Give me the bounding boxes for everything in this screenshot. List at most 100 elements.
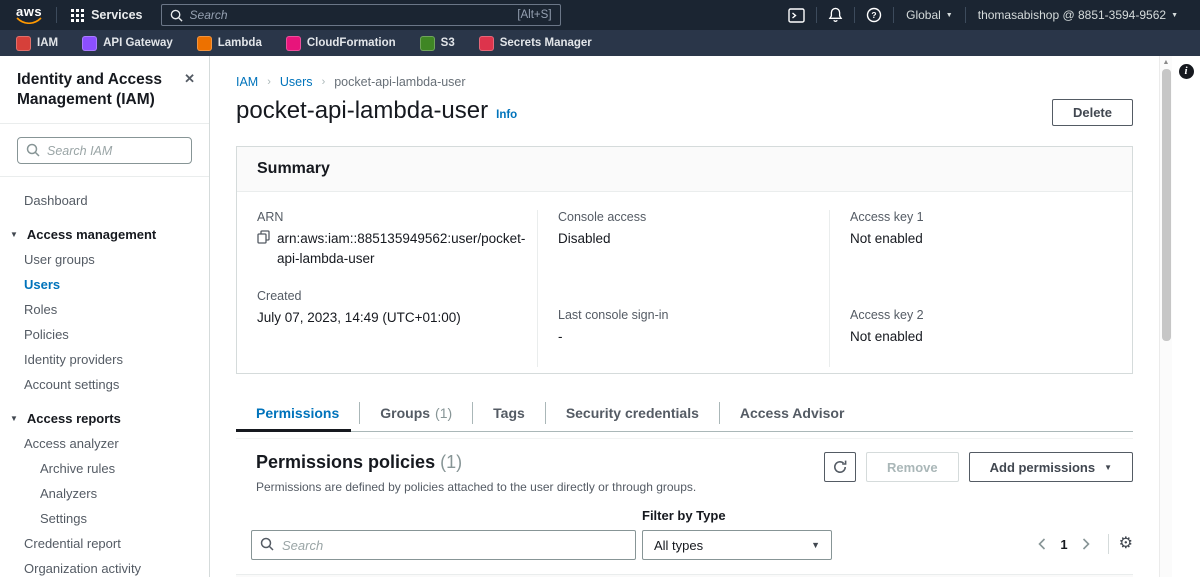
svg-text:?: ? xyxy=(872,10,877,20)
sidebar-item-organization-activity[interactable]: Organization activity xyxy=(0,556,209,577)
tab-groups[interactable]: Groups (1) xyxy=(360,395,472,431)
favorite-api-gateway[interactable]: API Gateway xyxy=(82,36,173,51)
arn-label: ARN xyxy=(257,210,517,224)
api-gateway-service-icon xyxy=(82,36,97,51)
breadcrumb-current: pocket-api-lambda-user xyxy=(334,75,465,89)
sidebar-section-label: Access management xyxy=(27,227,156,242)
previous-page-button[interactable] xyxy=(1030,538,1054,550)
favorite-s3[interactable]: S3 xyxy=(420,36,455,51)
search-icon xyxy=(26,143,40,162)
access-key1-value: Not enabled xyxy=(850,229,1112,249)
remove-button[interactable]: Remove xyxy=(866,452,959,482)
scrollbar-thumb[interactable] xyxy=(1162,69,1171,341)
tab-access-advisor[interactable]: Access Advisor xyxy=(720,395,865,431)
sidebar-item-roles[interactable]: Roles xyxy=(0,297,209,322)
notifications-button[interactable] xyxy=(817,0,854,30)
sidebar-item-policies[interactable]: Policies xyxy=(0,322,209,347)
tab-security-credentials[interactable]: Security credentials xyxy=(546,395,719,431)
policies-description: Permissions are defined by policies atta… xyxy=(256,480,696,494)
aws-smile-icon xyxy=(16,17,42,24)
favorite-label: Lambda xyxy=(218,37,262,49)
gear-icon[interactable]: ⚙ xyxy=(1119,536,1133,552)
favorite-lambda[interactable]: Lambda xyxy=(197,36,262,51)
vertical-scrollbar[interactable]: ▲ xyxy=(1159,56,1172,577)
chevron-down-icon: ▼ xyxy=(10,414,18,423)
favorite-label: API Gateway xyxy=(103,37,173,49)
tab-tags[interactable]: Tags xyxy=(473,395,545,431)
help-button[interactable]: ? xyxy=(855,0,893,30)
chevron-down-icon: ▼ xyxy=(946,12,953,19)
sidebar-section-access-reports[interactable]: ▼ Access reports xyxy=(0,406,209,431)
search-icon xyxy=(260,537,274,556)
favorite-secrets-manager[interactable]: Secrets Manager xyxy=(479,36,592,51)
global-search-box[interactable]: [Alt+S] xyxy=(161,4,561,26)
breadcrumb-iam-link[interactable]: IAM xyxy=(236,75,258,89)
tab-count: (1) xyxy=(435,405,452,421)
sidebar-item-archive-rules[interactable]: Archive rules xyxy=(0,456,209,481)
created-label: Created xyxy=(257,289,517,303)
breadcrumb-separator: › xyxy=(322,76,326,88)
sidebar-item-access-analyzer[interactable]: Access analyzer xyxy=(0,431,209,456)
region-selector[interactable]: Global ▼ xyxy=(894,0,965,30)
sidebar-section-access-management[interactable]: ▼ Access management xyxy=(0,222,209,247)
sidebar-title: Identity and Access Management (IAM) xyxy=(17,70,167,110)
policy-search-input[interactable] xyxy=(251,530,636,560)
grid-icon xyxy=(71,9,84,22)
bell-icon xyxy=(828,7,843,23)
refresh-button[interactable] xyxy=(824,452,856,482)
question-circle-icon: ? xyxy=(866,7,882,23)
type-filter-dropdown[interactable]: All types ▼ xyxy=(642,530,832,560)
favorites-bar: IAM API Gateway Lambda CloudFormation S3… xyxy=(0,30,1200,56)
filter-by-type-label: Filter by Type xyxy=(642,508,832,523)
policies-count: (1) xyxy=(440,452,462,472)
delete-button[interactable]: Delete xyxy=(1052,99,1133,126)
global-search-input[interactable] xyxy=(190,8,511,22)
copy-icon[interactable] xyxy=(257,230,270,250)
breadcrumb-users-link[interactable]: Users xyxy=(280,75,313,89)
access-key2-label: Access key 2 xyxy=(850,308,1112,322)
account-label: thomasabishop @ 8851-3594-9562 xyxy=(978,8,1166,22)
favorite-iam[interactable]: IAM xyxy=(16,36,58,51)
tab-label: Groups xyxy=(380,405,430,421)
page-number[interactable]: 1 xyxy=(1054,537,1073,552)
sidebar-item-settings[interactable]: Settings xyxy=(0,506,209,531)
tab-permissions[interactable]: Permissions xyxy=(236,395,359,431)
chevron-down-icon: ▼ xyxy=(1171,12,1178,19)
top-navigation-bar: aws Services [Alt+S] ? Global ▼ thomasab… xyxy=(0,0,1200,30)
sidebar-item-user-groups[interactable]: User groups xyxy=(0,247,209,272)
sidebar-search-input[interactable] xyxy=(17,137,192,164)
info-link[interactable]: Info xyxy=(496,109,517,121)
sidebar-item-credential-report[interactable]: Credential report xyxy=(0,531,209,556)
sidebar-item-account-settings[interactable]: Account settings xyxy=(0,372,209,397)
sidebar-item-users[interactable]: Users xyxy=(0,272,209,297)
summary-card: Summary ARN arn:aws:iam::885135949562:us… xyxy=(236,146,1133,374)
sidebar-divider xyxy=(0,123,209,124)
scroll-up-arrow[interactable]: ▲ xyxy=(1160,56,1172,69)
cloudshell-button[interactable] xyxy=(777,0,816,30)
topbar-right-cluster: ? Global ▼ thomasabishop @ 8851-3594-956… xyxy=(777,0,1200,30)
arn-value: arn:aws:iam::885135949562:user/pocket-ap… xyxy=(277,229,525,268)
main-content: IAM › Users › pocket-api-lambda-user poc… xyxy=(211,56,1159,577)
detail-tabs: Permissions Groups (1) Tags Security cre… xyxy=(236,395,1133,432)
next-page-button[interactable] xyxy=(1074,538,1098,550)
favorite-cloudformation[interactable]: CloudFormation xyxy=(286,36,396,51)
close-icon[interactable]: ✕ xyxy=(184,70,195,110)
sidebar-item-dashboard[interactable]: Dashboard xyxy=(0,188,209,213)
favorite-label: Secrets Manager xyxy=(500,37,592,49)
lambda-service-icon xyxy=(197,36,212,51)
services-menu-button[interactable]: Services xyxy=(57,8,156,22)
favorite-label: IAM xyxy=(37,37,58,49)
summary-title: Summary xyxy=(237,147,1132,192)
sidebar-item-identity-providers[interactable]: Identity providers xyxy=(0,347,209,372)
chevron-down-icon: ▼ xyxy=(10,230,18,239)
sidebar-item-analyzers[interactable]: Analyzers xyxy=(0,481,209,506)
aws-logo[interactable]: aws xyxy=(0,6,56,24)
services-label: Services xyxy=(91,8,142,22)
s3-service-icon xyxy=(420,36,435,51)
iam-service-icon xyxy=(16,36,31,51)
info-panel-icon[interactable]: i xyxy=(1179,64,1194,79)
add-permissions-label: Add permissions xyxy=(990,460,1095,475)
account-menu[interactable]: thomasabishop @ 8851-3594-9562 ▼ xyxy=(966,0,1190,30)
page-title: pocket-api-lambda-user xyxy=(236,97,488,125)
add-permissions-button[interactable]: Add permissions ▼ xyxy=(969,452,1133,482)
